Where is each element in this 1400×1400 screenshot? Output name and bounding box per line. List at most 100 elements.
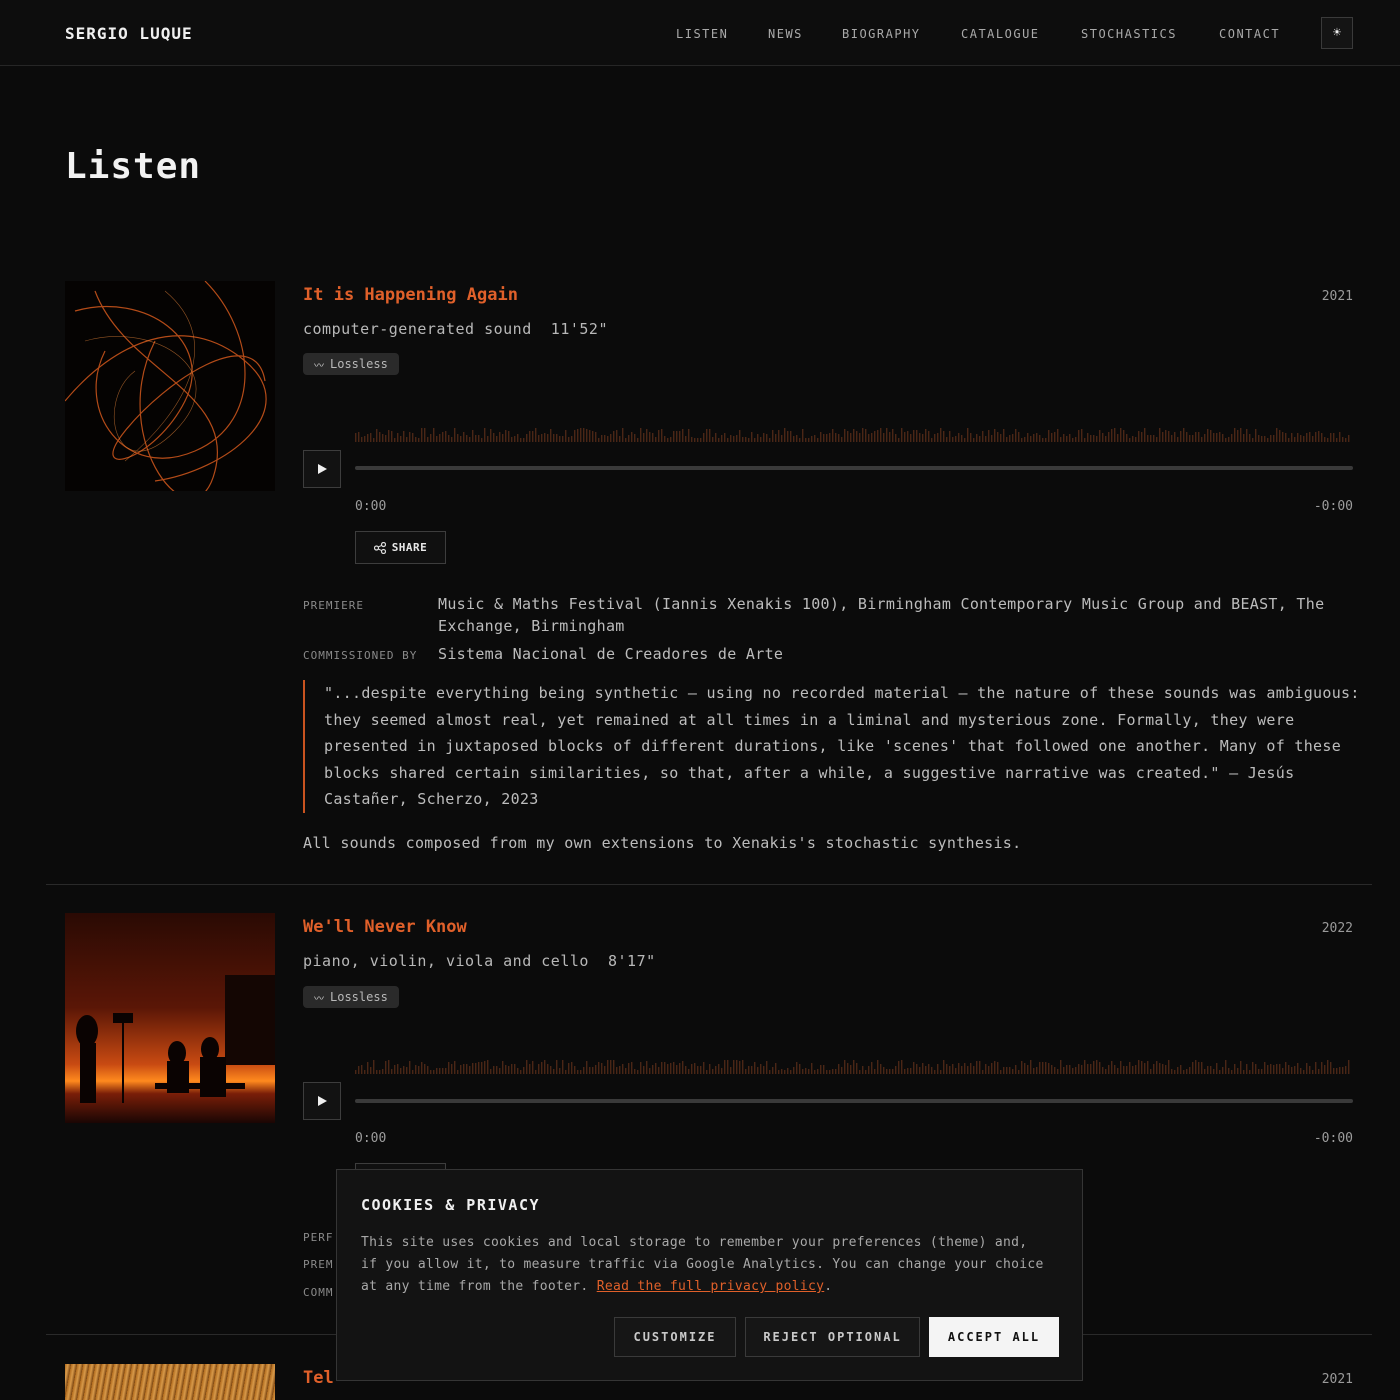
waveform-bar bbox=[628, 1063, 630, 1074]
track-title-3[interactable]: Tel bbox=[303, 1368, 334, 1388]
waveform-bar bbox=[1297, 1063, 1299, 1074]
waveform-bar bbox=[373, 438, 375, 442]
meta-label-commissioned: COMMISSIONED BY bbox=[303, 649, 418, 662]
waveform-bar bbox=[511, 437, 513, 442]
waveform-bar bbox=[1192, 1062, 1194, 1074]
waveform-bar bbox=[361, 1065, 363, 1074]
waveform-bar bbox=[1183, 428, 1185, 442]
waveform-bar bbox=[1168, 431, 1170, 442]
waveform-bar bbox=[1057, 1069, 1059, 1074]
waveform-bar bbox=[1114, 1065, 1116, 1074]
waveform-bar bbox=[391, 431, 393, 442]
waveform-bar bbox=[937, 1064, 939, 1074]
share-button-1[interactable]: SHARE bbox=[355, 531, 446, 564]
waveform-bar bbox=[1015, 429, 1017, 442]
waveform-bar bbox=[1231, 1070, 1233, 1074]
waveform-bar bbox=[760, 1064, 762, 1074]
progress-bar-1[interactable] bbox=[355, 466, 1353, 470]
waveform-bar bbox=[1090, 1064, 1092, 1074]
waveform-1[interactable] bbox=[355, 426, 1353, 442]
cookie-text: This site uses cookies and local storage… bbox=[361, 1232, 1051, 1298]
waveform-bar bbox=[1015, 1065, 1017, 1074]
waveform-bar bbox=[1156, 1061, 1158, 1074]
nav-catalogue[interactable]: CATALOGUE bbox=[961, 27, 1040, 41]
waveform-2[interactable] bbox=[355, 1058, 1353, 1074]
waveform-bar bbox=[571, 1062, 573, 1074]
waveform-bar bbox=[682, 429, 684, 442]
waveform-bar bbox=[1099, 430, 1101, 442]
waveform-bar bbox=[1000, 1070, 1002, 1074]
waveform-bar bbox=[1336, 1068, 1338, 1074]
waveform-bar bbox=[940, 1070, 942, 1074]
waveform-bar bbox=[883, 433, 885, 442]
waveform-bar bbox=[481, 1062, 483, 1074]
sun-icon: ☀ bbox=[1332, 25, 1342, 41]
waveform-bar bbox=[1264, 436, 1266, 442]
waveform-bar bbox=[1150, 435, 1152, 442]
waveform-bar bbox=[1270, 435, 1272, 442]
nav-stochastics[interactable]: STOCHASTICS bbox=[1081, 27, 1177, 41]
nav-contact[interactable]: CONTACT bbox=[1219, 27, 1280, 41]
privacy-policy-link[interactable]: Read the full privacy policy bbox=[597, 1279, 825, 1294]
waveform-bar bbox=[646, 429, 648, 442]
nav-biography[interactable]: BIOGRAPHY bbox=[842, 27, 921, 41]
waveform-bar bbox=[1180, 1065, 1182, 1074]
customize-button[interactable]: CUSTOMIZE bbox=[614, 1317, 736, 1357]
waveform-bar bbox=[610, 434, 612, 442]
track-title-1[interactable]: It is Happening Again bbox=[303, 285, 518, 305]
play-button-1[interactable] bbox=[303, 450, 341, 488]
waveform-bar bbox=[622, 1064, 624, 1074]
waveform-bar bbox=[817, 438, 819, 442]
waveform-bar bbox=[853, 1060, 855, 1074]
waveform-bar bbox=[1258, 435, 1260, 442]
waveform-bar bbox=[958, 433, 960, 442]
waveform-bar bbox=[676, 431, 678, 442]
waveform-bar bbox=[415, 1065, 417, 1074]
waveform-bar bbox=[751, 432, 753, 442]
waveform-bar bbox=[1093, 435, 1095, 442]
waveform-bar bbox=[496, 436, 498, 442]
waveform-bar bbox=[955, 436, 957, 442]
waveform-bar bbox=[1144, 428, 1146, 442]
waveform-bar bbox=[529, 1064, 531, 1074]
waveform-bar bbox=[1204, 434, 1206, 442]
waveform-bar bbox=[1249, 1070, 1251, 1074]
reject-optional-button[interactable]: REJECT OPTIONAL bbox=[745, 1317, 920, 1357]
nav-news[interactable]: NEWS bbox=[768, 27, 803, 41]
waveform-bar bbox=[385, 435, 387, 442]
waveform-bar bbox=[907, 1068, 909, 1074]
time-remaining-2: -0:00 bbox=[1313, 1131, 1353, 1146]
waveform-bar bbox=[1024, 437, 1026, 442]
waveform-bar bbox=[1231, 434, 1233, 442]
track-title-2[interactable]: We'll Never Know bbox=[303, 917, 467, 937]
waveform-bar bbox=[1009, 435, 1011, 442]
waveform-bar bbox=[1294, 1066, 1296, 1074]
waveform-bar bbox=[508, 1066, 510, 1074]
waveform-bar bbox=[1150, 1069, 1152, 1074]
waveform-bar bbox=[400, 1068, 402, 1074]
waveform-bar bbox=[1348, 1060, 1350, 1074]
play-button-2[interactable] bbox=[303, 1082, 341, 1120]
accept-all-button[interactable]: ACCEPT ALL bbox=[929, 1317, 1059, 1357]
waveform-bar bbox=[754, 438, 756, 442]
nav-listen[interactable]: LISTEN bbox=[676, 27, 728, 41]
track-year-2: 2022 bbox=[1321, 921, 1353, 936]
waveform-bar bbox=[973, 1066, 975, 1074]
waveform-bar bbox=[1111, 1061, 1113, 1074]
waveform-bar bbox=[1153, 435, 1155, 442]
waveform-bar bbox=[478, 435, 480, 442]
waveform-bar bbox=[835, 433, 837, 442]
waveform-bar bbox=[1264, 1062, 1266, 1074]
waveform-bar bbox=[538, 435, 540, 442]
waveform-bar bbox=[856, 1063, 858, 1074]
waveform-bar bbox=[811, 436, 813, 442]
waveform-bar bbox=[577, 1070, 579, 1074]
progress-bar-2[interactable] bbox=[355, 1099, 1353, 1103]
theme-toggle-button[interactable]: ☀ bbox=[1321, 17, 1353, 49]
waveform-bar bbox=[682, 1061, 684, 1074]
waveform-bar bbox=[922, 1063, 924, 1074]
waveform-bar bbox=[532, 1061, 534, 1074]
waveform-bar bbox=[748, 1066, 750, 1074]
waveform-bar bbox=[1036, 1067, 1038, 1074]
waveform-bar bbox=[1237, 430, 1239, 442]
